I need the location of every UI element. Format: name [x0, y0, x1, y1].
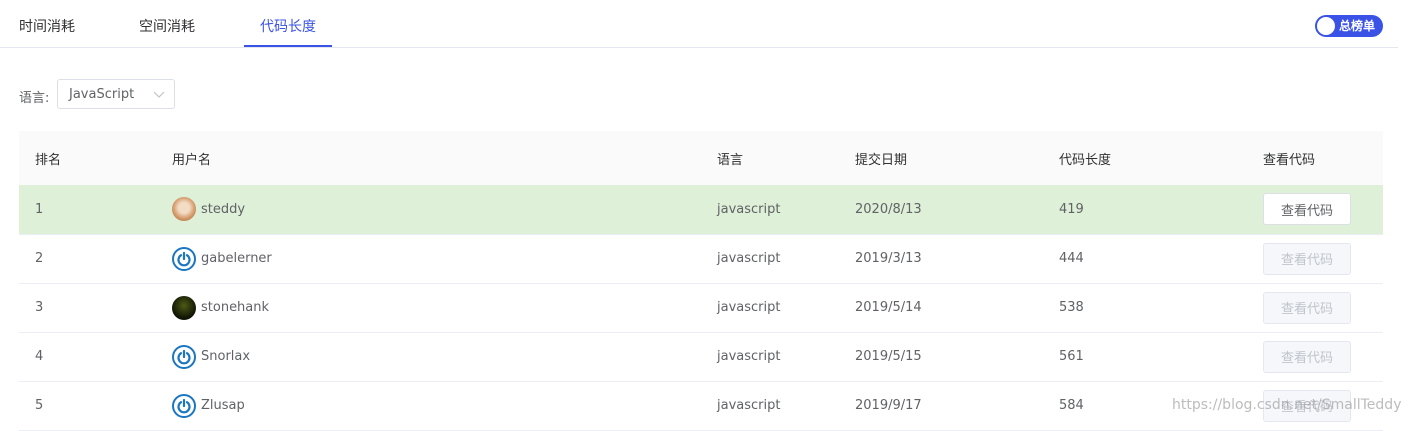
toggle-label: 总榜单	[1339, 19, 1376, 33]
language-select-value: JavaScript	[69, 87, 135, 102]
chevron-down-icon	[153, 87, 165, 101]
table-header-row: 排名 用户名 语言 提交日期 代码长度 查看代码	[19, 131, 1383, 185]
header-view-code: 查看代码	[1263, 152, 1316, 168]
tab-time[interactable]: 时间消耗	[19, 0, 75, 46]
language-cell: javascript	[717, 251, 781, 266]
rank-cell: 4	[35, 349, 44, 364]
overall-ranking-toggle[interactable]: 总榜单	[1315, 15, 1383, 37]
rank-cell: 3	[35, 300, 44, 315]
power-avatar-icon	[172, 344, 196, 369]
date-cell: 2019/5/14	[855, 300, 922, 315]
table-row: 2 gabelerner javascript 2019/3/13 444 查看代码	[19, 234, 1383, 283]
dark-avatar-icon	[172, 295, 196, 320]
view-code-button[interactable]: 查看代码	[1263, 193, 1351, 226]
date-cell: 2019/9/17	[855, 398, 922, 413]
username: Zlusap	[201, 398, 245, 413]
header-submit-date: 提交日期	[855, 152, 908, 168]
language-cell: javascript	[717, 300, 781, 315]
dog-avatar-icon	[172, 197, 196, 222]
watermark: https://blog.csdn.net/SmallTeddy	[1172, 397, 1402, 413]
username: stonehank	[201, 300, 270, 315]
language-select[interactable]: JavaScript	[57, 79, 175, 109]
rank-cell: 1	[35, 201, 44, 217]
tab-space[interactable]: 空间消耗	[139, 0, 195, 46]
length-cell: 444	[1059, 251, 1084, 266]
tab-code-length[interactable]: 代码长度	[244, 0, 332, 47]
language-cell: javascript	[717, 349, 781, 364]
header-username: 用户名	[172, 152, 212, 168]
language-cell: javascript	[717, 398, 781, 413]
language-filter-label: 语言:	[19, 91, 50, 106]
language-cell: javascript	[717, 201, 781, 217]
header-language: 语言	[717, 152, 744, 168]
table-row: 3 stonehank javascript 2019/5/14 538 查看代码	[19, 283, 1383, 332]
power-avatar-icon	[172, 393, 196, 418]
toggle-knob	[1317, 17, 1335, 35]
date-cell: 2019/5/15	[855, 349, 922, 364]
rank-cell: 5	[35, 398, 44, 413]
power-avatar-icon	[172, 246, 196, 271]
username: Snorlax	[201, 349, 251, 364]
table-row: 4 Snorlax javascript 2019/5/15 561 查看代码	[19, 332, 1383, 381]
date-cell: 2020/8/13	[855, 201, 922, 217]
length-cell: 538	[1059, 300, 1084, 315]
length-cell: 419	[1059, 201, 1084, 217]
view-code-button[interactable]: 查看代码	[1263, 340, 1351, 373]
rank-cell: 2	[35, 251, 44, 266]
username: gabelerner	[201, 251, 272, 266]
view-code-button[interactable]: 查看代码	[1263, 242, 1351, 275]
username: steddy	[201, 201, 246, 217]
header-rank: 排名	[35, 152, 62, 168]
date-cell: 2019/3/13	[855, 251, 922, 266]
leaderboard-table: 排名 用户名 语言 提交日期 代码长度 查看代码 1 steddy javascri…	[19, 131, 1383, 431]
view-code-button[interactable]: 查看代码	[1263, 291, 1351, 324]
header-code-length: 代码长度	[1059, 152, 1112, 168]
tab-bar: 时间消耗 空间消耗 代码长度	[0, 0, 1398, 48]
table-row: 1 steddy javascript 2020/8/13 419 查看代码	[19, 185, 1383, 234]
length-cell: 561	[1059, 349, 1084, 364]
